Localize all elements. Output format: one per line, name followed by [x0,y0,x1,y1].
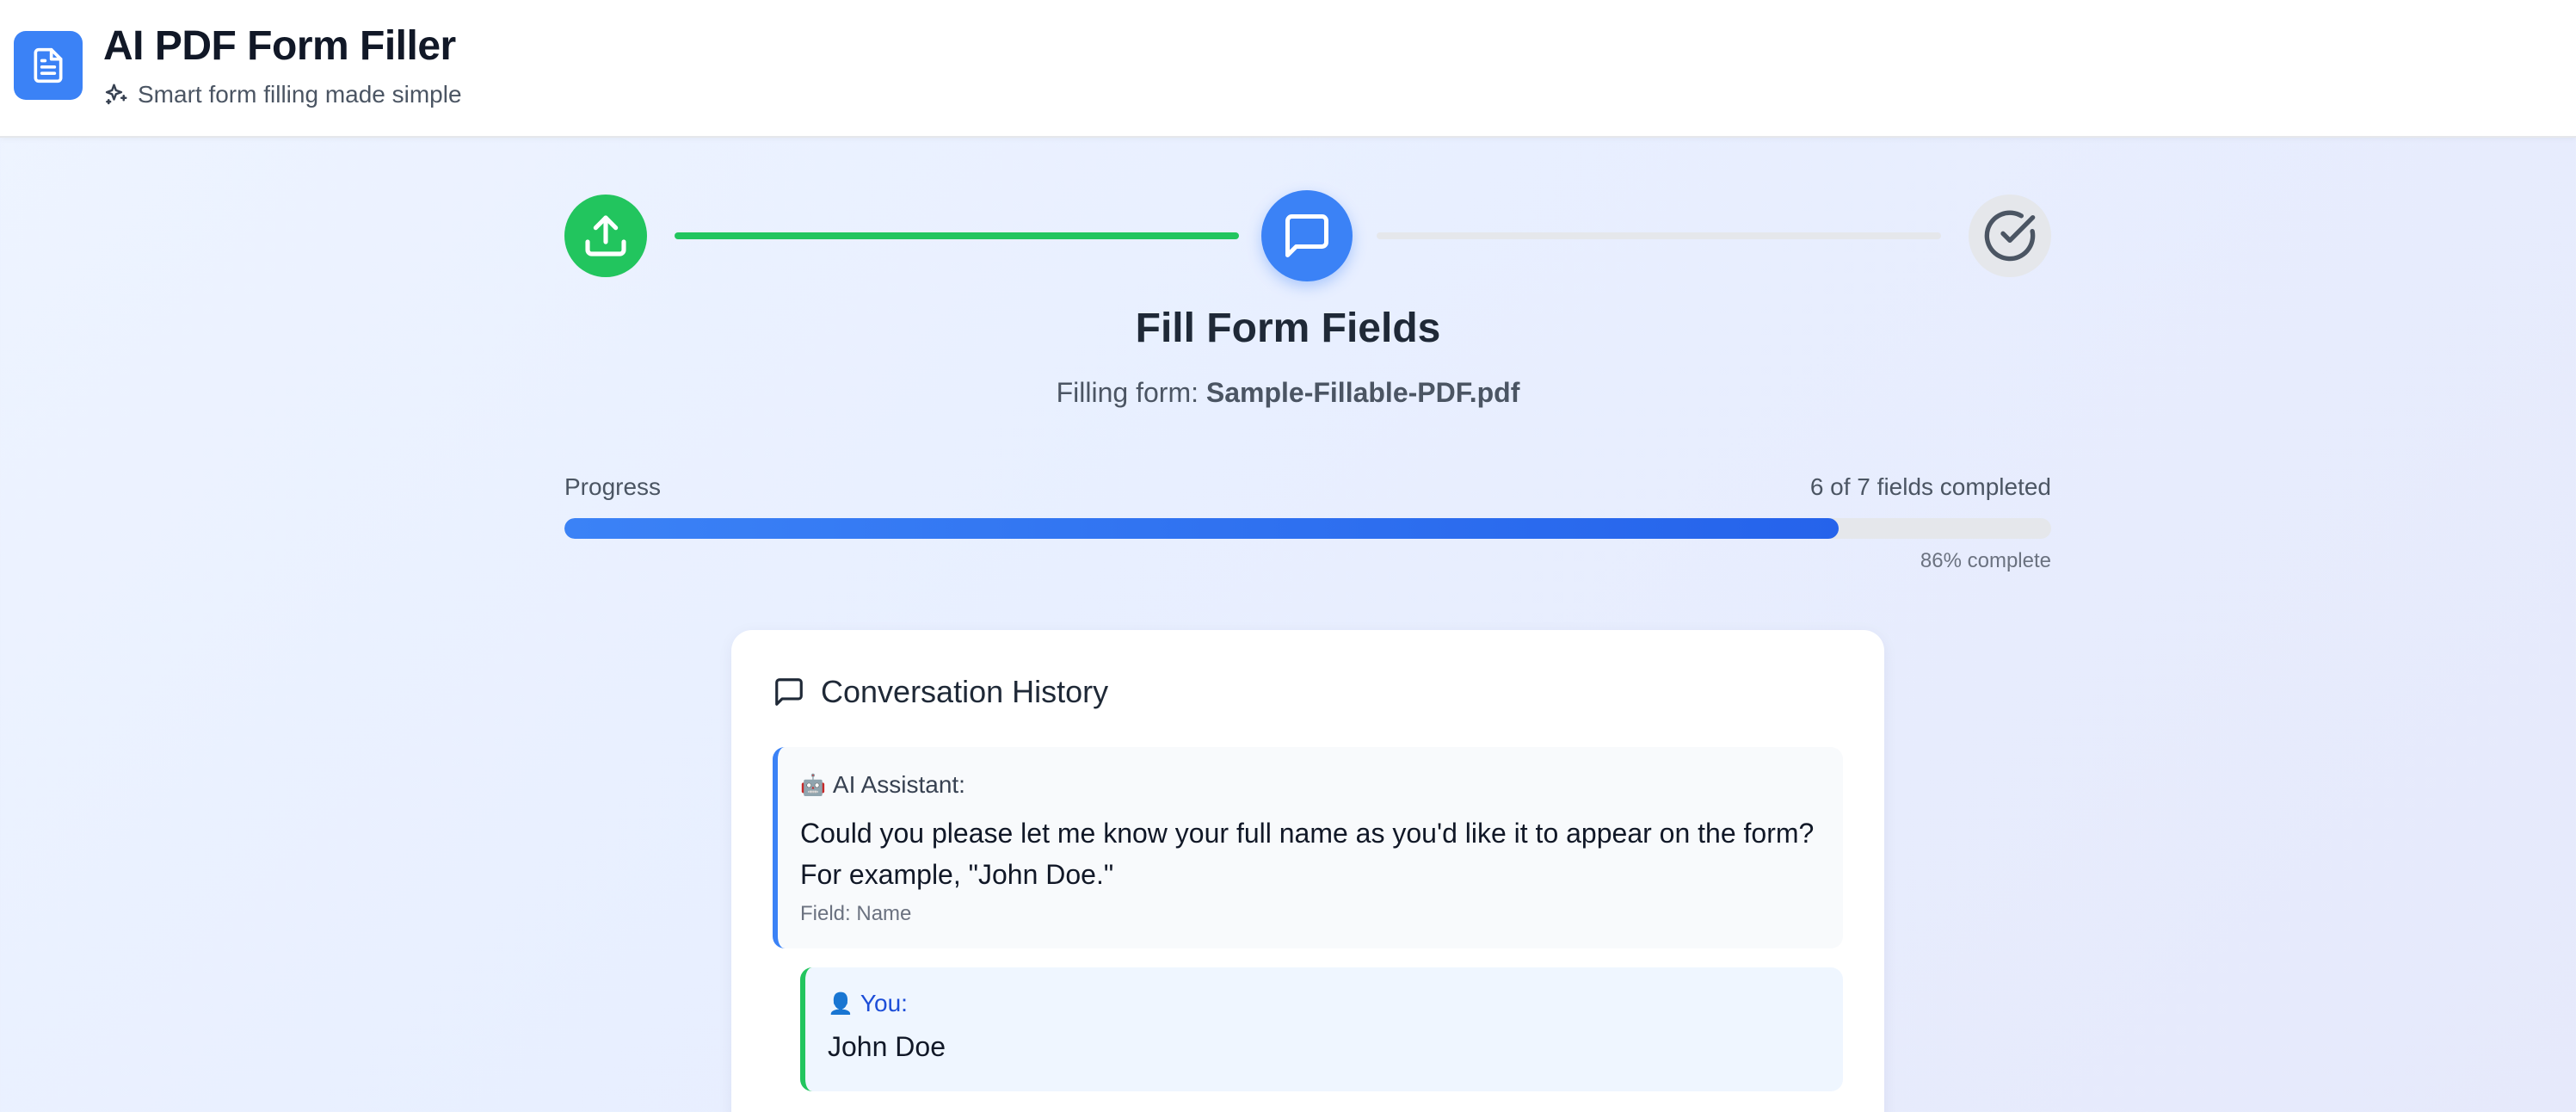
filling-form-prefix: Filling form: [1056,377,1206,408]
progress-label: Progress [564,473,662,500]
progress-bar [564,518,2051,539]
upload-icon [585,215,626,256]
assistant-sender-label: AI Assistant: [832,771,965,798]
check-circle-icon [1984,210,2036,262]
user-message: 👤 You: John Doe [800,967,1843,1091]
step-upload [564,195,647,277]
step-title: Fill Form Fields [1135,306,1441,351]
progress-percent: 86% complete [1920,549,2051,572]
assistant-message-field: Field: Name [800,902,912,925]
step-connector-pending [1377,232,1941,239]
user-message-text: John Doe [828,1031,946,1062]
app-title: AI PDF Form Filler [103,23,456,69]
chat-bubble-icon [1285,214,1328,257]
conversation-history-card: Conversation History 🤖 AI Assistant: Cou… [731,630,1884,1112]
progress-count: 6 of 7 fields completed [1809,473,2051,500]
assistant-message-text: Could you please let me know your full n… [800,818,1815,890]
assistant-message: 🤖 AI Assistant: Could you please let me … [773,747,1843,948]
user-sender: 👤 You: [828,990,908,1017]
app-header: AI PDF Form Filler Smart form filling ma… [0,0,2576,138]
user-icon: 👤 [828,992,854,1016]
conversation-header: Conversation History [773,673,1108,711]
sparkles-icon [105,83,127,105]
app-subtitle-row: Smart form filling made simple [103,79,462,110]
progress-bar-fill [564,518,1839,539]
pdf-filename: Sample-Fillable-PDF.pdf [1205,377,1520,408]
filling-form-line: Filling form: Sample-Fillable-PDF.pdf [0,377,2576,409]
app-subtitle: Smart form filling made simple [138,81,462,108]
document-icon [34,47,63,83]
assistant-sender: 🤖 AI Assistant: [800,771,965,799]
step-connector-completed [675,232,1239,239]
conversation-title: Conversation History [821,674,1109,709]
step-fill [1261,190,1353,281]
robot-icon: 🤖 [800,773,826,797]
message-square-icon [775,678,803,706]
step-complete [1969,195,2051,277]
app-logo [14,31,83,100]
user-sender-label: You: [860,990,908,1016]
